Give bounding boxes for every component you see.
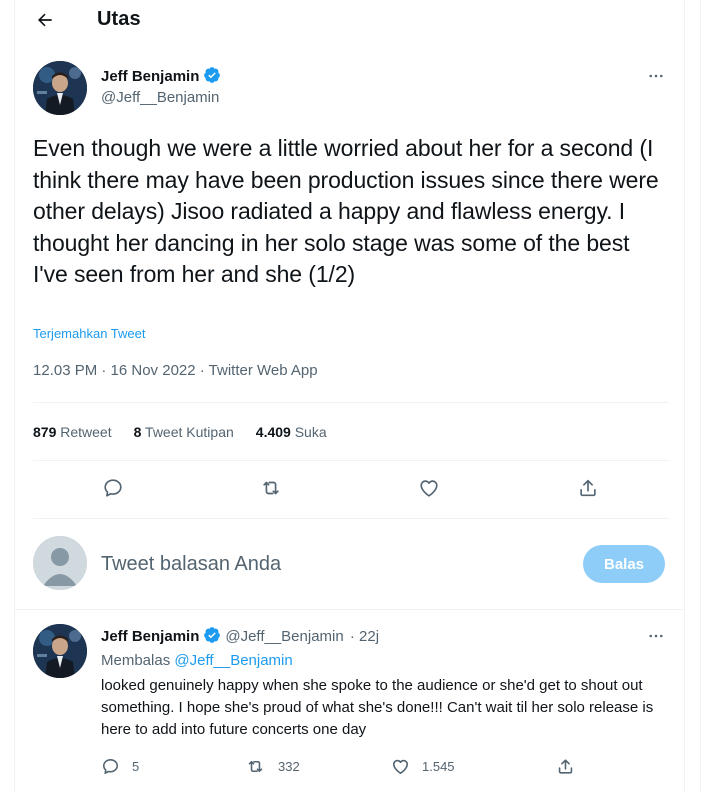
share-button[interactable] bbox=[556, 754, 575, 778]
quotes-count: 8 bbox=[133, 424, 142, 440]
reply-tweet-header: Jeff Benjamin @Jeff__Benjamin · 22j bbox=[101, 626, 379, 645]
reply-input[interactable] bbox=[101, 548, 561, 580]
reply-tweet-text: looked genuinely happy when she spoke to… bbox=[101, 677, 654, 738]
author-handle[interactable]: @Jeff__Benjamin bbox=[101, 89, 219, 106]
likes-label: Suka bbox=[294, 424, 327, 440]
like-button[interactable]: 1.545 bbox=[391, 754, 455, 778]
retweet-button[interactable] bbox=[254, 471, 288, 505]
likes-stat[interactable]: 4.409 Suka bbox=[256, 424, 327, 440]
retweets-label: Retweet bbox=[60, 424, 112, 440]
reply-author-handle[interactable]: @Jeff__Benjamin bbox=[225, 628, 343, 645]
divider bbox=[33, 460, 669, 461]
reply-button[interactable] bbox=[96, 471, 130, 505]
quotes-label: Tweet Kutipan bbox=[145, 424, 234, 440]
tweet-text: Even though we were a little worried abo… bbox=[33, 135, 659, 287]
retweet-count: 332 bbox=[278, 758, 300, 774]
divider bbox=[33, 402, 669, 403]
more-icon bbox=[649, 74, 663, 78]
translate-tweet-link[interactable]: Terjemahkan Tweet bbox=[33, 326, 146, 341]
page-header: Utas bbox=[15, 0, 685, 40]
more-icon bbox=[649, 634, 663, 638]
retweet-button[interactable]: 332 bbox=[245, 754, 300, 778]
retweets-count: 879 bbox=[33, 424, 57, 440]
replying-to: Membalas @Jeff__Benjamin bbox=[101, 652, 293, 669]
replying-to-link[interactable]: @Jeff__Benjamin bbox=[174, 652, 292, 669]
verified-badge-icon bbox=[204, 627, 221, 643]
likes-count: 4.409 bbox=[255, 424, 291, 440]
retweet-icon bbox=[263, 481, 279, 495]
divider bbox=[33, 518, 669, 519]
section-divider bbox=[15, 609, 685, 610]
retweet-icon bbox=[248, 760, 263, 772]
author-name[interactable]: Jeff Benjamin bbox=[101, 66, 221, 85]
back-arrow-icon bbox=[38, 13, 52, 27]
avatar[interactable] bbox=[33, 624, 87, 678]
author-name-text: Jeff Benjamin bbox=[101, 68, 200, 85]
reply-author-name[interactable]: Jeff Benjamin bbox=[101, 628, 199, 645]
page-title: Utas bbox=[97, 8, 141, 30]
default-avatar-icon bbox=[33, 536, 87, 590]
reply-time[interactable]: · 22j bbox=[350, 628, 379, 645]
avatar[interactable] bbox=[33, 61, 87, 115]
share-button[interactable] bbox=[571, 471, 605, 505]
share-icon bbox=[558, 758, 573, 774]
more-button[interactable] bbox=[643, 626, 669, 646]
reply-icon bbox=[104, 479, 122, 497]
quotes-stat[interactable]: 8 Tweet Kutipan bbox=[134, 424, 234, 440]
back-button[interactable] bbox=[31, 6, 59, 34]
like-icon bbox=[420, 480, 438, 497]
tweet-thread-column: Utas Jeff Benjamin @Jeff__Benjamin Even … bbox=[14, 0, 685, 793]
like-count: 1.545 bbox=[422, 758, 455, 774]
like-icon bbox=[392, 759, 409, 774]
share-icon bbox=[580, 479, 596, 497]
reply-button[interactable]: 5 bbox=[101, 754, 139, 778]
tweet-timestamp[interactable]: 12.03 PM · 16 Nov 2022 · Twitter Web App bbox=[33, 362, 318, 379]
reply-count: 5 bbox=[132, 758, 140, 774]
right-sidebar-edge bbox=[700, 0, 720, 793]
more-button[interactable] bbox=[643, 66, 669, 86]
reply-icon bbox=[102, 758, 119, 774]
replying-prefix: Membalas bbox=[101, 652, 171, 669]
tweet-stats: 879 Retweet 8 Tweet Kutipan 4.409 Suka bbox=[33, 424, 327, 440]
reply-submit-button[interactable]: Balas bbox=[583, 545, 665, 583]
verified-badge-icon bbox=[204, 67, 221, 83]
current-user-avatar[interactable] bbox=[33, 536, 87, 590]
like-button[interactable] bbox=[412, 471, 446, 505]
retweets-stat[interactable]: 879 Retweet bbox=[33, 424, 112, 440]
